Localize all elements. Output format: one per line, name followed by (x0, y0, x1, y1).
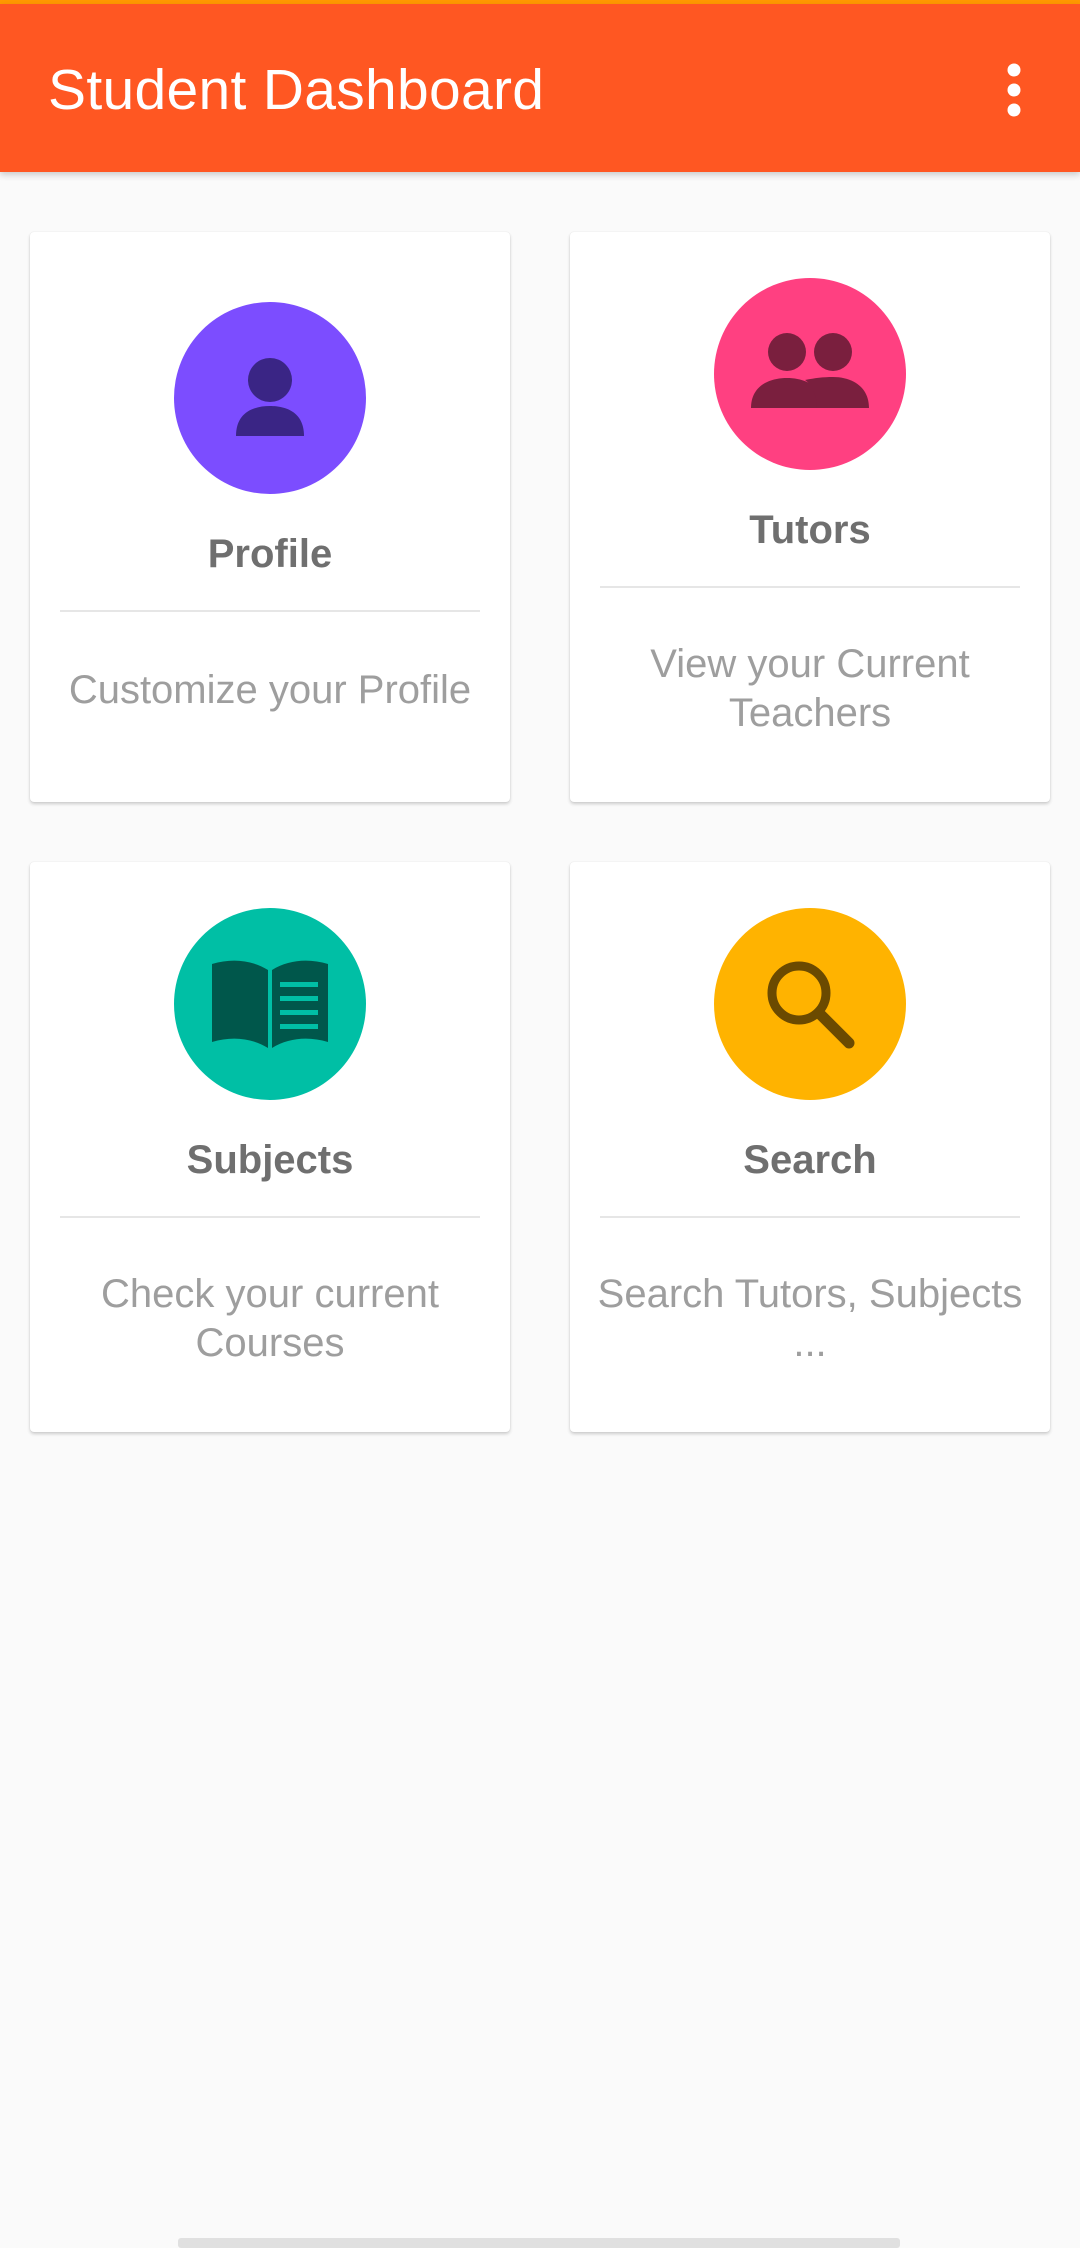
subjects-card[interactable]: Subjects Check your current Courses (30, 862, 510, 1432)
tutors-card[interactable]: Tutors View your Current Teachers (570, 232, 1050, 802)
card-title: Profile (207, 532, 333, 576)
card-divider (600, 1216, 1020, 1218)
app-bar: Student Dashboard (0, 4, 1080, 172)
more-vertical-icon[interactable] (980, 56, 1048, 124)
card-title: Search (743, 1138, 877, 1182)
card-divider (60, 610, 480, 612)
card-title: Tutors (749, 508, 871, 552)
app-title: Student Dashboard (48, 58, 545, 122)
card-divider (600, 586, 1020, 588)
search-card[interactable]: Search Search Tutors, Subjects ... (570, 862, 1050, 1432)
card-description: Customize your Profile (68, 668, 472, 712)
book-icon (174, 908, 366, 1100)
person-icon (174, 302, 366, 494)
profile-card[interactable]: Profile Customize your Profile (30, 232, 510, 802)
search-icon (714, 908, 906, 1100)
gesture-navigation-bar[interactable] (178, 2238, 900, 2248)
card-description: View your Current Teachers (650, 642, 970, 735)
card-description: Search Tutors, Subjects ... (597, 1272, 1023, 1365)
group-icon (714, 278, 906, 470)
card-description: Check your current Courses (101, 1272, 439, 1365)
card-title: Subjects (186, 1138, 354, 1182)
card-divider (60, 1216, 480, 1218)
